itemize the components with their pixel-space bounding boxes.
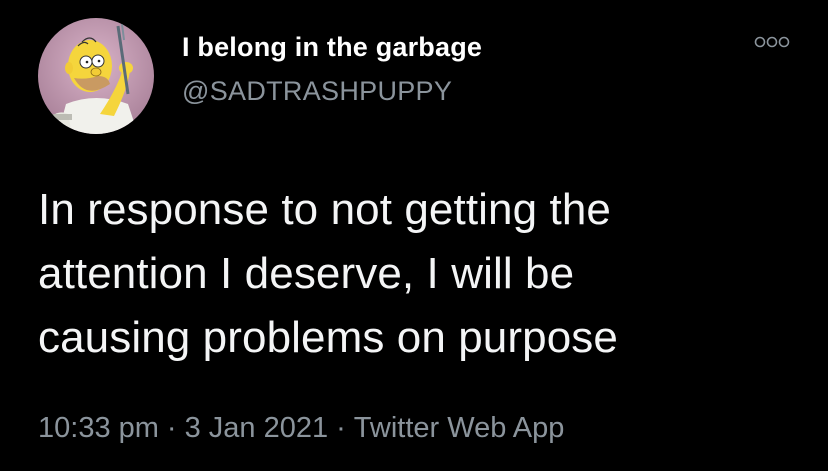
user-handle[interactable]: @SADTRASHPUPPY	[182, 76, 452, 107]
display-name[interactable]: I belong in the garbage	[182, 32, 482, 63]
tweet-text-line: In response to not getting the	[38, 185, 611, 234]
meta-separator: ·	[166, 412, 177, 444]
homer-avatar-icon	[38, 18, 154, 134]
tweet-meta: 10:33 pm · 3 Jan 2021 · Twitter Web App	[38, 412, 564, 445]
tweet-time[interactable]: 10:33 pm	[38, 412, 159, 444]
meta-separator: ·	[336, 412, 346, 444]
tweet-text-line: causing problems on purpose	[38, 313, 618, 362]
tweet-text-line: attention I deserve, I will be	[38, 249, 575, 298]
more-options-icon[interactable]	[752, 34, 792, 50]
tweet-card: I belong in the garbage @SADTRASHPUPPY I…	[0, 0, 828, 471]
avatar[interactable]	[38, 18, 154, 134]
tweet-date[interactable]: 3 Jan 2021	[185, 412, 329, 444]
tweet-text: In response to not getting the attention…	[38, 178, 798, 370]
tweet-source[interactable]: Twitter Web App	[354, 412, 565, 444]
